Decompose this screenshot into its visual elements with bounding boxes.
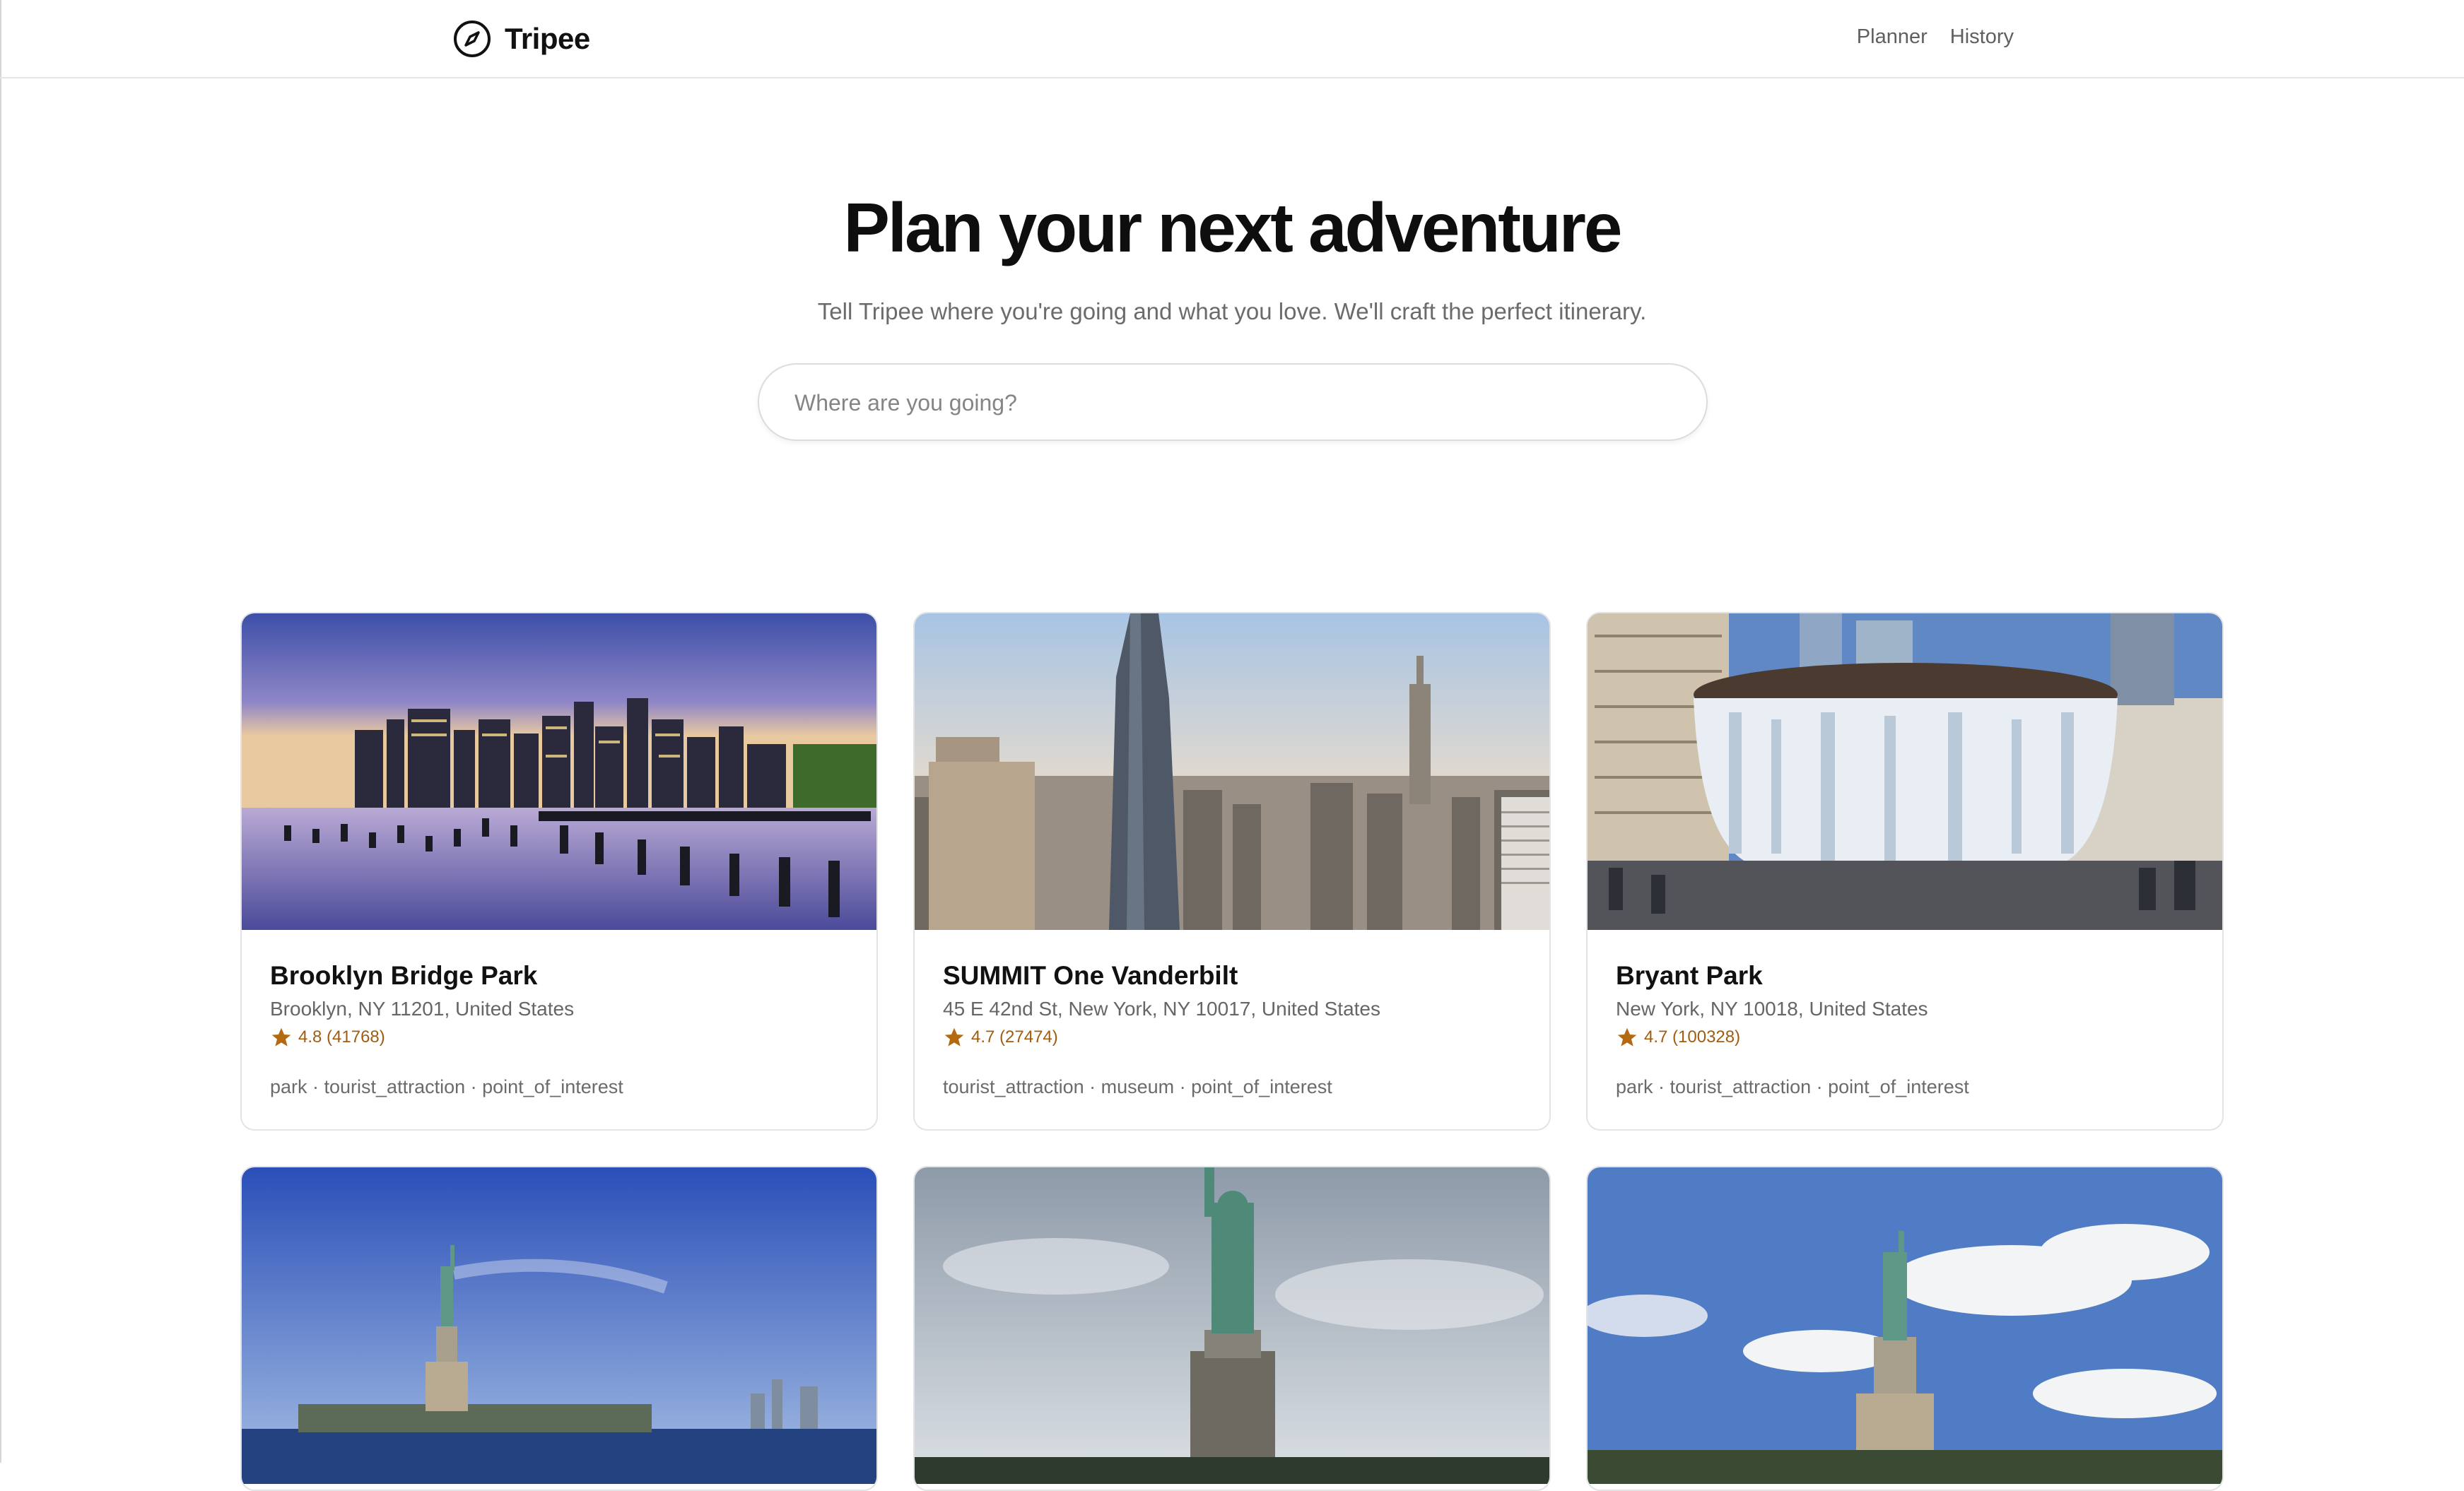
place-tags: park · tourist_attraction · point_of_int… [1616,1076,1969,1097]
place-address: New York, NY 10018, United States [1616,998,1928,1020]
place-card[interactable] [240,1166,878,1491]
place-tags: park · tourist_attraction · point_of_int… [270,1076,623,1097]
place-photo [1588,1167,2222,1484]
star-icon [271,1027,291,1047]
star-icon [944,1027,964,1047]
place-address: Brooklyn, NY 11201, United States [270,998,575,1020]
place-rating: 4.7 (100328) [1616,1026,1740,1049]
top-navbar: Tripee Planner History [0,0,2464,78]
page-subtitle: Tell Tripee where you're going and what … [817,298,1647,324]
rating-value: 4.8 (41768) [298,1027,385,1047]
place-photo [242,1167,876,1484]
place-photo [915,613,1549,930]
compass-icon [454,20,491,57]
app-logo[interactable]: Tripee [452,19,590,59]
star-icon [1617,1027,1637,1047]
rating-value: 4.7 (27474) [971,1027,1058,1047]
place-rating: 4.7 (27474) [943,1026,1058,1049]
place-card-summit-one-vanderbilt[interactable]: SUMMIT One Vanderbilt 45 E 42nd St, New … [913,612,1551,1131]
place-tags: tourist_attraction · museum · point_of_i… [943,1076,1332,1097]
place-photo [242,613,876,930]
place-card-bryant-park[interactable]: Bryant Park New York, NY 10018, United S… [1586,612,2224,1131]
place-address: 45 E 42nd St, New York, NY 10017, United… [943,998,1380,1020]
place-name: SUMMIT One Vanderbilt [943,961,1238,990]
place-name: Bryant Park [1616,961,1763,990]
destination-search-input[interactable] [793,365,1672,441]
place-photo [1588,613,2222,930]
place-photo [915,1167,1549,1484]
app-name: Tripee [505,22,590,55]
place-card[interactable] [913,1166,1551,1491]
place-card-brooklyn-bridge-park[interactable]: Brooklyn Bridge Park Brooklyn, NY 11201,… [240,612,878,1131]
nav-history-link[interactable]: History [1950,25,2014,49]
page-title: Plan your next adventure [843,189,1623,266]
place-name: Brooklyn Bridge Park [270,961,538,990]
main-nav: Planner History [1857,25,2014,49]
search-box [758,363,1708,441]
rating-value: 4.7 (100328) [1644,1027,1741,1047]
place-rating: 4.8 (41768) [270,1026,385,1049]
nav-planner-link[interactable]: Planner [1857,25,1928,49]
place-card[interactable] [1586,1166,2224,1491]
